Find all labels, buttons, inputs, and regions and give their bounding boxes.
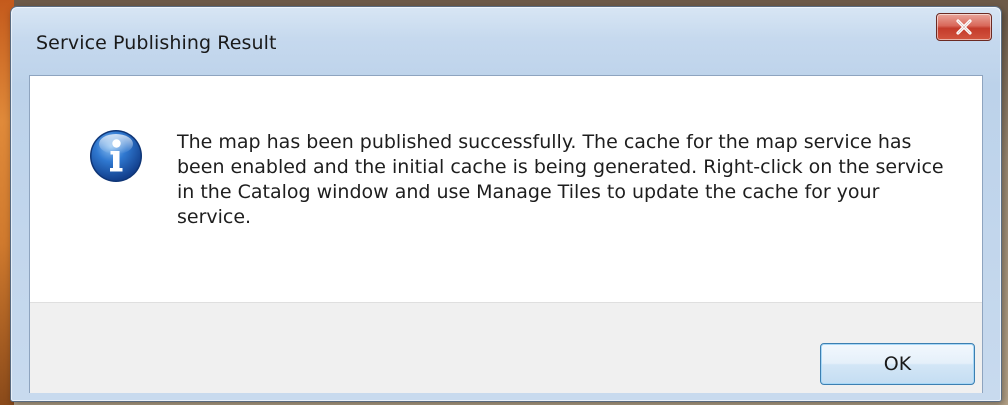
dialog-title: Service Publishing Result (36, 32, 277, 54)
message-panel: The map has been published successfully.… (30, 76, 982, 302)
close-icon (956, 19, 972, 35)
dialog-client-area: The map has been published successfully.… (29, 75, 983, 393)
button-bar: OK (30, 302, 982, 393)
dialog-window: Service Publishing Result The map has be… (10, 6, 1002, 402)
title-bar[interactable]: Service Publishing Result (11, 7, 1001, 73)
info-icon (90, 130, 142, 182)
close-button[interactable] (936, 13, 992, 41)
message-text: The map has been published successfully.… (177, 131, 944, 228)
ok-button[interactable]: OK (820, 343, 975, 385)
